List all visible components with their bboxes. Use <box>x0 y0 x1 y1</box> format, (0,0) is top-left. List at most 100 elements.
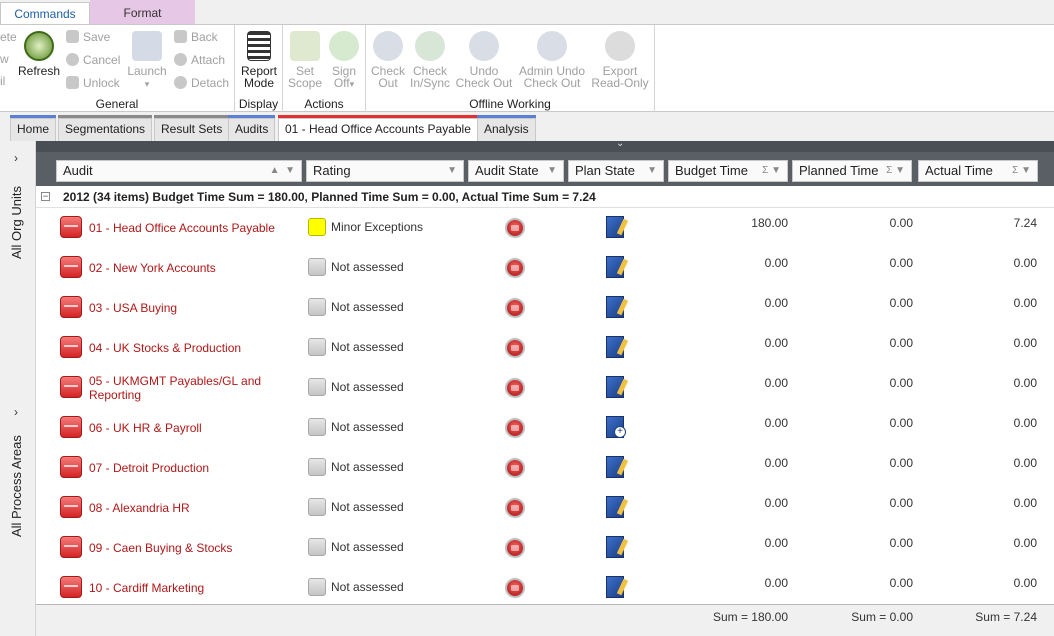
table-row[interactable]: 10 - Cardiff Marketing Not assessed 0.00… <box>36 568 1054 608</box>
plan-state-edit-icon <box>606 536 624 558</box>
all-process-areas-label[interactable]: All Process Areas <box>9 435 24 537</box>
audit-name[interactable]: 01 - Head Office Accounts Payable <box>89 221 279 235</box>
col-audit-state[interactable]: Audit State ▼ <box>468 160 564 182</box>
audit-briefcase-icon <box>60 576 82 598</box>
audit-name[interactable]: 04 - UK Stocks & Production <box>89 341 279 355</box>
sort-filter-icon[interactable]: ▲ ▼ <box>270 161 295 181</box>
tab-home[interactable]: Home <box>10 115 57 141</box>
actual-time: 0.00 <box>1013 416 1037 430</box>
planned-time: 0.00 <box>889 416 913 430</box>
detach-button[interactable]: Detach <box>174 73 229 93</box>
sign-off-icon <box>329 31 359 61</box>
table-row[interactable]: 04 - UK Stocks & Production Not assessed… <box>36 328 1054 368</box>
col-audit[interactable]: Audit ▲ ▼ <box>56 160 302 182</box>
col-actual-time-label: Actual Time <box>925 163 993 178</box>
planned-time: 0.00 <box>889 456 913 470</box>
sum-filter-icon[interactable]: Σ ▼ <box>1012 161 1031 181</box>
tab-result-sets[interactable]: Result Sets <box>154 115 230 141</box>
undo-check-out-button[interactable]: Undo Check Out <box>454 31 514 89</box>
col-plan-state-label: Plan State <box>575 163 635 178</box>
col-actual-time[interactable]: Actual Time Σ ▼ <box>918 160 1038 182</box>
rating-text: Not assessed <box>331 300 404 314</box>
save-button[interactable]: Save <box>66 27 110 47</box>
rating-text: Not assessed <box>331 580 404 594</box>
cut-label-3: il <box>0 74 6 88</box>
attach-button[interactable]: Attach <box>174 50 225 70</box>
ribbon: ete w il Refresh Save Cancel Unlock Laun… <box>0 24 1054 112</box>
table-row[interactable]: 02 - New York Accounts Not assessed 0.00… <box>36 248 1054 288</box>
back-icon <box>174 30 187 43</box>
group-offline-working: Check Out Check In/Sync Undo Check Out Admi… <box>366 25 655 112</box>
tab-audits-label: Audits <box>235 122 269 136</box>
grid-top-strip: ⌄ <box>36 138 1054 152</box>
unlock-button[interactable]: Unlock <box>66 73 120 93</box>
launch-button[interactable]: Launch ▾ <box>124 31 170 90</box>
filter-icon[interactable]: ▼ <box>647 161 657 181</box>
table-row[interactable]: 09 - Caen Buying & Stocks Not assessed 0… <box>36 528 1054 568</box>
col-rating[interactable]: Rating ▼ <box>306 160 464 182</box>
attach-icon <box>174 53 187 66</box>
tab-format[interactable]: Format <box>90 0 195 24</box>
rating-color-swatch <box>308 378 326 396</box>
report-mode-button[interactable]: Report Mode <box>237 31 281 89</box>
audit-name[interactable]: 05 - UKMGMT Payables/GL and Reporting <box>89 374 279 402</box>
audit-briefcase-icon <box>60 456 82 478</box>
table-row[interactable]: 06 - UK HR & Payroll Not assessed 0.00 0… <box>36 408 1054 448</box>
cancel-icon <box>66 53 79 66</box>
collapse-icon[interactable]: − <box>41 192 50 201</box>
chevron-down-icon[interactable]: ⌄ <box>616 138 624 149</box>
tab-analysis-label: Analysis <box>484 122 529 136</box>
back-label: Back <box>191 30 218 44</box>
group-actions: Set Scope Sign Off▾ Actions <box>283 25 366 112</box>
table-row[interactable]: 05 - UKMGMT Payables/GL and Reporting No… <box>36 368 1054 408</box>
tab-commands[interactable]: Commands <box>0 2 90 24</box>
table-row[interactable]: 07 - Detroit Production Not assessed 0.0… <box>36 448 1054 488</box>
col-plan-state[interactable]: Plan State ▼ <box>568 160 664 182</box>
col-audit-label: Audit <box>63 163 93 178</box>
grid-summary-footer: Sum = 180.00 Sum = 0.00 Sum = 7.24 <box>36 604 1054 636</box>
group-row-2012[interactable]: − 2012 (34 items) Budget Time Sum = 180.… <box>36 186 1054 208</box>
plan-state-add-icon <box>606 416 626 438</box>
expand-process-areas-icon[interactable]: › <box>14 405 18 419</box>
sum-filter-icon[interactable]: Σ ▼ <box>762 161 781 181</box>
audit-name[interactable]: 10 - Cardiff Marketing <box>89 581 279 595</box>
tab-audits[interactable]: Audits <box>228 115 276 141</box>
admin-undo-label-2: Check Out <box>523 76 581 90</box>
document-tab-bar: Home Segmentations Result Sets Audits 01… <box>0 113 1054 141</box>
audit-name[interactable]: 02 - New York Accounts <box>89 261 279 275</box>
side-panel: › All Org Units › All Process Areas <box>0 141 36 636</box>
cancel-button[interactable]: Cancel <box>66 50 120 70</box>
budget-time: 0.00 <box>764 256 788 270</box>
sign-off-button[interactable]: Sign Off▾ <box>325 31 363 90</box>
table-row[interactable]: 03 - USA Buying Not assessed 0.00 0.00 0… <box>36 288 1054 328</box>
table-row[interactable]: 01 - Head Office Accounts Payable Minor … <box>36 208 1054 248</box>
check-in-sync-button[interactable]: Check In/Sync <box>408 31 452 89</box>
budget-time: 0.00 <box>764 416 788 430</box>
audit-name[interactable]: 08 - Alexandria HR <box>89 501 279 515</box>
tab-result-sets-label: Result Sets <box>161 122 223 136</box>
col-audit-state-label: Audit State <box>475 163 539 178</box>
tab-head-office-accounts-payable[interactable]: 01 - Head Office Accounts Payable <box>278 115 478 141</box>
audit-name[interactable]: 07 - Detroit Production <box>89 461 279 475</box>
report-icon <box>247 31 271 61</box>
sum-filter-icon[interactable]: Σ ▼ <box>886 161 905 181</box>
col-planned-time[interactable]: Planned Time Σ ▼ <box>792 160 912 182</box>
audit-name[interactable]: 03 - USA Buying <box>89 301 279 315</box>
filter-icon[interactable]: ▼ <box>547 161 557 181</box>
refresh-button[interactable]: Refresh <box>18 31 60 77</box>
export-read-only-button[interactable]: Export Read-Only <box>590 31 650 89</box>
admin-undo-check-out-button[interactable]: Admin Undo Check Out <box>516 31 588 89</box>
set-scope-button[interactable]: Set Scope <box>285 31 325 89</box>
all-org-units-label[interactable]: All Org Units <box>9 186 24 259</box>
audit-name[interactable]: 06 - UK HR & Payroll <box>89 421 279 435</box>
table-row[interactable]: 08 - Alexandria HR Not assessed 0.00 0.0… <box>36 488 1054 528</box>
col-budget-time[interactable]: Budget Time Σ ▼ <box>668 160 788 182</box>
tab-analysis[interactable]: Analysis <box>477 115 536 141</box>
filter-icon[interactable]: ▼ <box>447 161 457 181</box>
check-out-button[interactable]: Check Out <box>368 31 408 89</box>
expand-org-units-icon[interactable]: › <box>14 151 18 165</box>
audit-name[interactable]: 09 - Caen Buying & Stocks <box>89 541 279 555</box>
back-button[interactable]: Back <box>174 27 218 47</box>
col-rating-label: Rating <box>313 163 351 178</box>
tab-segmentations[interactable]: Segmentations <box>58 115 153 141</box>
